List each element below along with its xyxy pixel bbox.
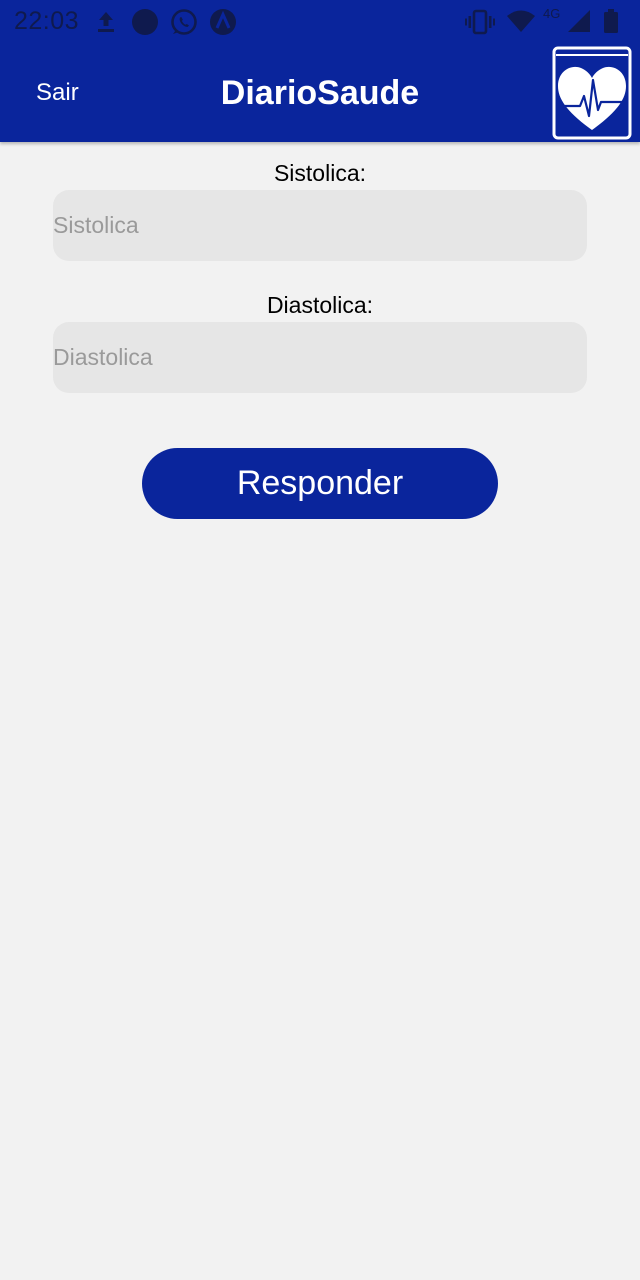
- diastolic-label: Diastolica:: [266, 292, 374, 318]
- status-bar: 22:03 4G: [0, 0, 640, 44]
- submit-button[interactable]: Responder: [142, 448, 498, 519]
- signal-icon: [568, 10, 590, 32]
- page-title: DiarioSaude: [220, 74, 420, 112]
- systolic-label: Sistolica:: [273, 160, 367, 186]
- heart-book-logo-icon: [552, 46, 632, 140]
- whatsapp-icon: [171, 9, 197, 35]
- app-bar: Sair DiarioSaude: [0, 44, 640, 142]
- top-bar: 22:03 4G Sair DiarioSaude: [0, 0, 640, 142]
- notification-dot-icon: [132, 9, 158, 35]
- diastolic-input[interactable]: [53, 322, 587, 393]
- upload-icon: [98, 12, 114, 32]
- app-a-icon: [210, 9, 236, 35]
- vibrate-icon: [465, 9, 495, 35]
- battery-icon: [604, 9, 618, 33]
- status-time: 22:03: [14, 7, 80, 35]
- network-type-label: 4G: [543, 6, 561, 21]
- wifi-icon: [507, 10, 535, 32]
- systolic-input[interactable]: [53, 190, 587, 261]
